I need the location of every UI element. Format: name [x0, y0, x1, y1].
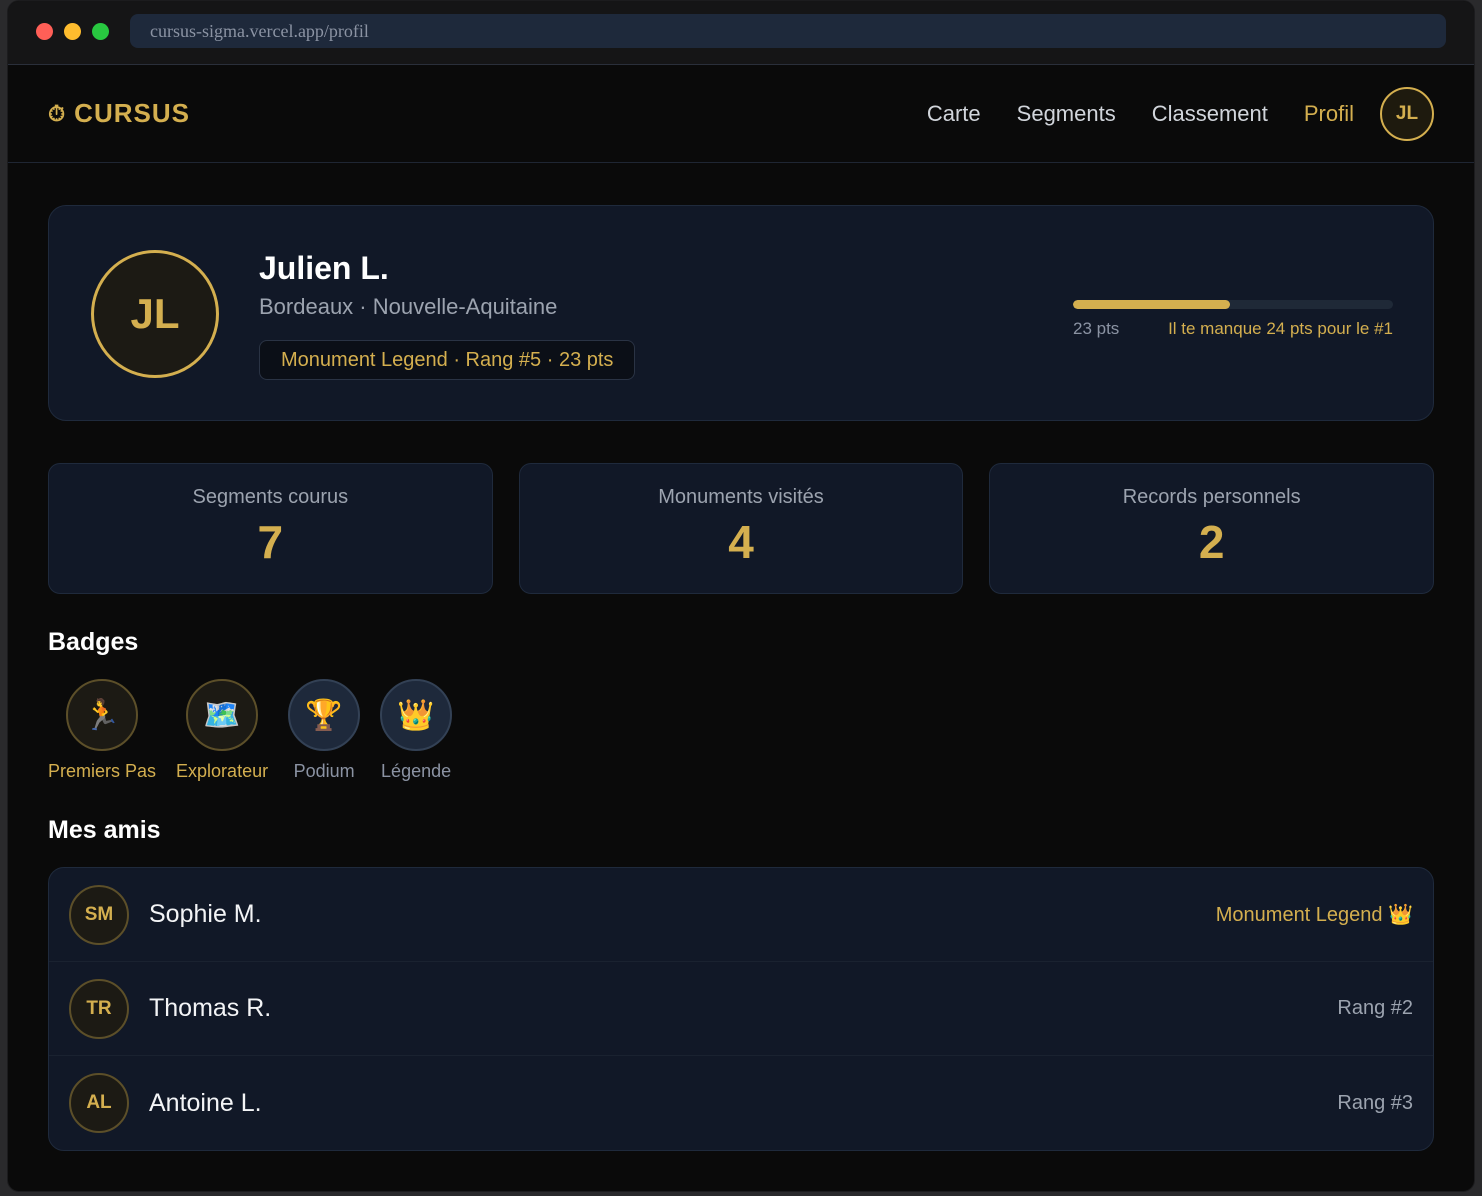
profile-name: Julien L. — [259, 250, 389, 286]
stat-card-segments: Segments courus 7 — [48, 463, 493, 594]
nav-link-segments[interactable]: Segments — [1017, 101, 1116, 127]
runner-icon: 🏃 — [66, 679, 139, 751]
main-content: JL Julien L. Bordeaux · Nouvelle-Aquitai… — [48, 205, 1435, 1151]
minimize-window-button[interactable] — [64, 23, 81, 40]
stat-value: 2 — [1198, 516, 1225, 568]
friend-avatar: SM — [69, 884, 129, 945]
stat-card-records: Records personnels 2 — [989, 463, 1435, 594]
browser-chrome: cursus-sigma.vercel.app/profil — [8, 1, 1474, 65]
friend-name: Sophie M. — [149, 900, 262, 928]
badge-label: Explorateur — [176, 761, 269, 781]
profile-avatar: JL — [91, 250, 219, 378]
rank-badge: Monument Legend · Rang #5 · 23 pts — [259, 340, 636, 380]
stat-label: Segments courus — [192, 486, 349, 508]
badges-list: 🏃 Premiers Pas 🗺️ Explorateur 🏆 Podium 👑… — [48, 679, 1434, 782]
trophy-icon: 🏆 — [288, 679, 361, 751]
maximize-window-button[interactable] — [92, 23, 109, 40]
badge-explorateur[interactable]: 🗺️ Explorateur — [176, 679, 268, 782]
progress-points: 23 pts — [1073, 319, 1120, 338]
brand-logo[interactable]: ⏱ CURSUS — [48, 98, 190, 129]
friend-status: Rang #3 — [1337, 1091, 1413, 1114]
badge-label: Légende — [381, 761, 452, 781]
stat-label: Records personnels — [1122, 486, 1301, 508]
nav-links: Carte Segments Classement Profil — [927, 101, 1354, 127]
map-icon: 🗺️ — [186, 679, 259, 751]
friend-row-sophie[interactable]: SM Sophie M. Monument Legend 👑 — [49, 868, 1433, 962]
badge-legende[interactable]: 👑 Légende — [380, 679, 453, 782]
nav-link-classement[interactable]: Classement — [1152, 101, 1268, 127]
rank-progress: 23 pts Il te manque 24 pts pour le #1 — [1073, 300, 1393, 339]
friend-status: Rang #2 — [1337, 997, 1413, 1019]
badges-heading: Badges — [48, 628, 139, 656]
stat-value: 7 — [257, 516, 284, 568]
stopwatch-icon: ⏱ — [48, 100, 67, 126]
stat-value: 4 — [728, 516, 754, 568]
friend-name: Antoine L. — [149, 1088, 262, 1117]
nav-link-carte[interactable]: Carte — [927, 101, 981, 127]
friend-avatar: TR — [69, 978, 129, 1039]
badge-label: Premiers Pas — [48, 761, 157, 781]
user-avatar[interactable]: JL — [1380, 87, 1434, 141]
browser-window: cursus-sigma.vercel.app/profil ⏱ CURSUS … — [7, 0, 1475, 1192]
progress-labels: 23 pts Il te manque 24 pts pour le #1 — [1073, 319, 1393, 339]
stat-card-monuments: Monuments visités 4 — [518, 463, 964, 594]
friends-heading: Mes amis — [48, 816, 161, 844]
badge-podium[interactable]: 🏆 Podium — [288, 679, 361, 782]
friends-list: SM Sophie M. Monument Legend 👑 TR Thomas… — [48, 867, 1434, 1151]
address-bar[interactable]: cursus-sigma.vercel.app/profil — [130, 14, 1446, 48]
badge-label: Podium — [293, 761, 355, 781]
stat-label: Monuments visités — [658, 486, 824, 508]
top-navbar: ⏱ CURSUS Carte Segments Classement Profi… — [8, 65, 1474, 163]
stats-row: Segments courus 7 Monuments visités 4 Re… — [48, 463, 1435, 594]
badge-premiers-pas[interactable]: 🏃 Premiers Pas — [48, 679, 156, 782]
profile-location: Bordeaux · Nouvelle-Aquitaine — [259, 294, 558, 319]
friend-avatar: AL — [69, 1073, 129, 1133]
friend-name: Thomas R. — [149, 994, 272, 1022]
close-window-button[interactable] — [36, 23, 53, 40]
profile-card: JL Julien L. Bordeaux · Nouvelle-Aquitai… — [48, 205, 1434, 421]
friend-status: Monument Legend 👑 — [1215, 904, 1413, 926]
nav-link-profil[interactable]: Profil — [1304, 101, 1354, 127]
friend-row-antoine[interactable]: AL Antoine L. Rang #3 — [49, 1056, 1433, 1150]
progress-fill — [1073, 300, 1230, 309]
brand-name: CURSUS — [74, 98, 190, 128]
friend-row-thomas[interactable]: TR Thomas R. Rang #2 — [49, 962, 1433, 1056]
crown-icon: 👑 — [380, 679, 453, 751]
progress-track — [1073, 300, 1393, 309]
progress-missing: Il te manque 24 pts pour le #1 — [1168, 319, 1393, 338]
